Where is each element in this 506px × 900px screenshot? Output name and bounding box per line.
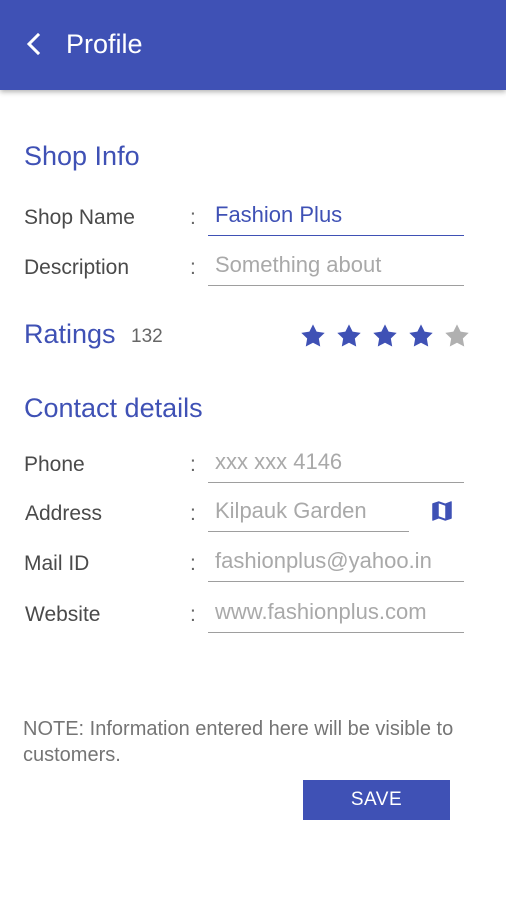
address-row: Address : Kilpauk Garden xyxy=(0,494,506,534)
website-colon: : xyxy=(190,603,196,626)
contact-details-heading: Contact details xyxy=(24,393,203,423)
back-button[interactable] xyxy=(18,28,50,60)
website-row: Website : www.fashionplus.com xyxy=(0,595,506,635)
shop-name-input[interactable]: Fashion Plus xyxy=(208,198,464,236)
save-button[interactable]: SAVE xyxy=(303,780,450,820)
star-empty-icon[interactable] xyxy=(443,322,471,350)
phone-label: Phone xyxy=(24,453,85,476)
star-filled-icon[interactable] xyxy=(407,322,435,350)
phone-colon: : xyxy=(190,453,196,476)
mail-row: Mail ID : fashionplus@yahoo.in xyxy=(0,544,506,584)
description-colon: : xyxy=(190,256,196,279)
info-note: NOTE: Information entered here will be v… xyxy=(23,718,454,766)
ratings-count: 132 xyxy=(131,326,163,347)
app-bar: Profile xyxy=(0,0,506,90)
website-input[interactable]: www.fashionplus.com xyxy=(208,595,464,633)
phone-row: Phone : xxx xxx 4146 xyxy=(0,445,506,485)
star-filled-icon[interactable] xyxy=(299,322,327,350)
chevron-left-icon xyxy=(26,32,41,56)
shop-name-colon: : xyxy=(190,206,196,229)
mail-input[interactable]: fashionplus@yahoo.in xyxy=(208,544,464,582)
address-input[interactable]: Kilpauk Garden xyxy=(208,494,409,532)
website-label: Website xyxy=(25,603,101,626)
map-button[interactable] xyxy=(428,496,456,526)
description-input[interactable]: Something about xyxy=(208,248,464,286)
shop-info-heading: Shop Info xyxy=(24,141,140,171)
map-icon xyxy=(432,501,452,521)
phone-input[interactable]: xxx xxx 4146 xyxy=(208,445,464,483)
address-label: Address xyxy=(25,502,103,525)
star-filled-icon[interactable] xyxy=(335,322,363,350)
shop-name-row: Shop Name : Fashion Plus xyxy=(0,198,506,238)
address-colon: : xyxy=(190,502,196,525)
star-rating xyxy=(299,322,471,352)
mail-colon: : xyxy=(190,552,196,575)
description-label: Description xyxy=(24,256,130,279)
mail-label: Mail ID xyxy=(24,552,90,575)
shop-name-label: Shop Name xyxy=(24,206,135,229)
page-title: Profile xyxy=(66,29,143,59)
star-filled-icon[interactable] xyxy=(371,322,399,350)
ratings-heading: Ratings xyxy=(24,319,116,349)
description-row: Description : Something about xyxy=(0,248,506,288)
